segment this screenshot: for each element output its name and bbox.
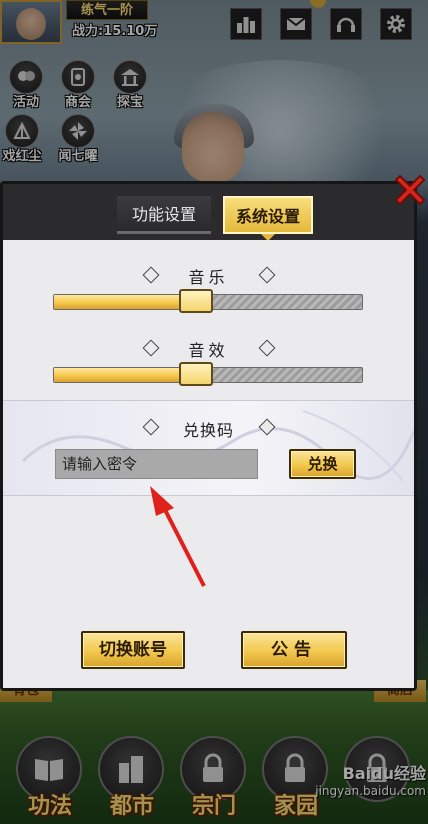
redeem-code-input[interactable]: 请输入密令 <box>55 449 258 479</box>
settings-modal: 功能设置 系统设置 音乐 音效 兑换码 请输入密令 兑换 切换账号 公告 <box>0 181 417 691</box>
sound-slider[interactable] <box>53 362 363 386</box>
cloud-decoration <box>21 410 414 482</box>
music-slider-knob[interactable] <box>179 289 213 313</box>
redeem-panel: 兑换码 <box>3 400 414 496</box>
tab-system-settings[interactable]: 系统设置 <box>223 196 313 234</box>
sound-label: 音效 <box>188 341 229 360</box>
music-slider[interactable] <box>53 289 363 313</box>
music-label: 音乐 <box>188 268 229 287</box>
sound-slider-knob[interactable] <box>179 362 213 386</box>
close-button[interactable] <box>390 170 428 210</box>
switch-account-button[interactable]: 切换账号 <box>81 631 185 669</box>
sound-slider-fill <box>54 368 196 382</box>
tab-function-settings[interactable]: 功能设置 <box>117 196 211 234</box>
close-icon <box>394 174 426 206</box>
notice-button[interactable]: 公告 <box>241 631 347 669</box>
redeem-label: 兑换码 <box>182 421 234 440</box>
redeem-button[interactable]: 兑换 <box>289 449 356 479</box>
music-slider-fill <box>54 295 196 309</box>
